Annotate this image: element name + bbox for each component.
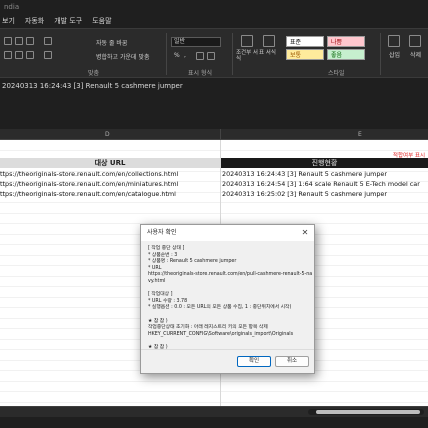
table-format-button[interactable]: 표 서식 xyxy=(259,50,281,56)
cell-style-item[interactable]: 좋음 xyxy=(327,49,365,60)
dialog-message: [ 작업 중단 상태 ] * 상품순번 : 3 * 상품명 : Renault … xyxy=(148,246,313,357)
url-cell[interactable]: ttps://theoriginals-store.renault.com/en… xyxy=(0,169,219,179)
ribbon: 자동 줄 바꿈 병합하고 가운데 맞춤 맞춤 일반 % , 표시 형식 조건부 … xyxy=(0,28,428,78)
decrease-decimal-icon[interactable] xyxy=(207,52,215,60)
menu-automate[interactable]: 자동화 xyxy=(25,14,44,28)
group-divider xyxy=(166,33,167,75)
column-header-d[interactable]: D xyxy=(105,129,110,140)
dialog-title: 사용자 확인 xyxy=(141,225,314,241)
conditional-format-icon[interactable] xyxy=(241,35,253,47)
status-cell[interactable]: 20240313 16:24:54 [3] 1:64 scale Renault… xyxy=(222,179,428,189)
group-divider xyxy=(232,33,233,75)
align-top-icon[interactable] xyxy=(4,37,12,45)
insert-cells-button[interactable]: 삽입 xyxy=(389,50,400,59)
column-divider[interactable] xyxy=(220,129,221,140)
status-bar xyxy=(0,417,428,428)
window-title: ndia xyxy=(0,0,428,14)
url-header-cell[interactable]: 대상 URL xyxy=(0,158,220,168)
menu-help[interactable]: 도움말 xyxy=(92,14,111,28)
status-cell[interactable]: 20240313 16:24:43 [3] Renault 5 cashmere… xyxy=(222,169,428,179)
menu-view[interactable]: 보기 xyxy=(2,14,15,28)
sheet-tab-bar xyxy=(0,406,428,417)
formula-bar-expanded-area xyxy=(0,93,428,129)
merge-center-button[interactable]: 병합하고 가운데 맞춤 xyxy=(96,52,150,61)
table-row[interactable]: ttps://theoriginals-store.renault.com/en… xyxy=(0,179,428,189)
align-bottom-icon[interactable] xyxy=(26,37,34,45)
indent-icon[interactable] xyxy=(44,51,52,59)
align-middle-icon[interactable] xyxy=(15,37,23,45)
url-cell[interactable]: ttps://theoriginals-store.renault.com/en… xyxy=(0,189,219,199)
table-row[interactable]: ttps://theoriginals-store.renault.com/en… xyxy=(0,169,428,179)
menu-developer[interactable]: 개발 도구 xyxy=(54,14,82,28)
delete-cells-button[interactable]: 삭제 xyxy=(410,50,421,59)
percent-style-button[interactable]: % xyxy=(174,52,180,59)
styles-group-label: 스타일 xyxy=(328,70,345,77)
horizontal-scrollbar[interactable] xyxy=(308,409,424,415)
increase-decimal-icon[interactable] xyxy=(196,52,204,60)
dialog-footer: 확인 취소 xyxy=(141,349,314,373)
wrap-text-button[interactable]: 자동 줄 바꿈 xyxy=(96,38,127,47)
cell-style-item[interactable]: 표준 xyxy=(286,36,324,47)
scrollbar-thumb[interactable] xyxy=(316,410,420,414)
menu-bar: 보기 자동화 개발 도구 도움말 xyxy=(0,14,428,28)
comma-style-button[interactable]: , xyxy=(184,52,186,59)
orientation-icon[interactable] xyxy=(44,37,52,45)
user-confirm-dialog: 사용자 확인 ✕ [ 작업 중단 상태 ] * 상품순번 : 3 * 상품명 :… xyxy=(140,224,315,374)
excel-window: ndia 보기 자동화 개발 도구 도움말 자동 줄 바꿈 병합하고 가운데 맞… xyxy=(0,0,428,428)
ok-button[interactable]: 확인 xyxy=(237,356,271,367)
column-headers: D E xyxy=(0,129,428,140)
status-header-cell[interactable]: 진행현황 xyxy=(221,158,428,168)
header-row: 대상 URL 진행현황 xyxy=(0,158,428,168)
cell-style-item[interactable]: 나쁨 xyxy=(327,36,365,47)
cell-style-item[interactable]: 보통 xyxy=(286,49,324,60)
align-right-icon[interactable] xyxy=(26,51,34,59)
formula-bar-input[interactable]: 20240313 16:24:43 [3] Renault 5 cashmere… xyxy=(0,79,428,93)
conditional-format-button[interactable]: 조건부 서식 xyxy=(236,50,258,62)
align-left-icon[interactable] xyxy=(4,51,12,59)
table-row[interactable]: ttps://theoriginals-store.renault.com/en… xyxy=(0,189,428,199)
alignment-group-label: 맞춤 xyxy=(88,70,100,77)
number-group-label: 표시 형식 xyxy=(188,70,212,77)
status-cell[interactable]: 20240313 16:25:02 [3] Renault 5 cashmere… xyxy=(222,189,428,199)
table-format-icon[interactable] xyxy=(263,35,275,47)
cancel-button[interactable]: 취소 xyxy=(275,356,309,367)
insert-cells-icon[interactable] xyxy=(388,35,400,47)
align-center-icon[interactable] xyxy=(15,51,23,59)
close-icon[interactable]: ✕ xyxy=(299,227,311,239)
group-divider xyxy=(380,33,381,75)
delete-cells-icon[interactable] xyxy=(409,35,421,47)
column-header-e[interactable]: E xyxy=(358,129,362,140)
url-cell[interactable]: ttps://theoriginals-store.renault.com/en… xyxy=(0,179,219,189)
number-format-select[interactable]: 일반 xyxy=(171,37,221,47)
